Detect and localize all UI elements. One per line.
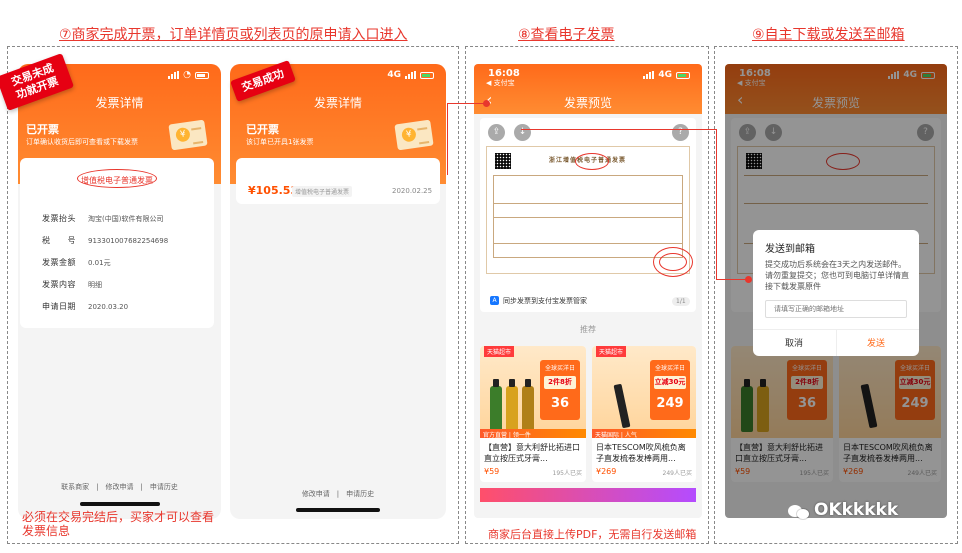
detail-row-tax-id: 税 号 913301007682254698 (42, 236, 169, 245)
network-label: 4G (658, 70, 672, 80)
product-name: 日本TESCOM吹风梳负离子直发梳卷发棒两用... (596, 443, 686, 463)
footer-links[interactable]: 修改申请 | 申请历史 (230, 489, 446, 499)
issued-title: 已开票 (246, 123, 279, 136)
battery-icon (195, 71, 209, 79)
qr-code (495, 153, 511, 169)
send-email-dialog: 发送到邮箱 提交成功后系统会在3天之内发送邮件。请勿重复提交；您也可到电脑订单详… (753, 230, 919, 356)
help-icon[interactable]: ? (672, 124, 689, 141)
invoice-date: 2020.02.25 (392, 187, 433, 195)
connector-line (716, 129, 717, 280)
invoice-type-tag: 增值税电子普通发票 (292, 186, 353, 197)
cancel-button[interactable]: 取消 (785, 336, 803, 349)
phone-invoice-detail-success: 4G 发票详情 已开票 该订单已开具1张发票 ¥105.53 增值税电子普通发票… (230, 64, 446, 519)
note-must-complete: 必须在交易完结后，买家才可以查看发票信息 (22, 510, 215, 538)
phone-invoice-detail-pending: ◔ 发票详情 已开票 订单确认收货后即可查看或下载发票 增值税电子普通发票 发票… (18, 64, 221, 519)
page-title: 发票预览 (563, 96, 612, 110)
sync-to-alipay-link[interactable]: 同步发票到支付宝发票管家 (503, 296, 587, 306)
dialog-title: 发送到邮箱 (765, 244, 815, 255)
issued-title: 已开票 (26, 123, 59, 136)
detail-row-date: 申请日期 2020.03.20 (42, 302, 129, 311)
section-title-7: ⑦商家完成开票，订单详情页或列表页的原申请入口进入 (59, 27, 408, 43)
recommend-label: 推荐 (580, 325, 596, 334)
product-price: ¥59 (484, 467, 500, 476)
stamp-highlight (653, 247, 693, 277)
home-indicator (296, 508, 380, 512)
product-badge: 天猫超市 (596, 346, 627, 357)
phone-send-email: 16:08 4G ◀ 支付宝 ‹ 发票预览 ⇪ ↓ ? 全球买洋日 2件8折 36 … (725, 64, 947, 518)
product-sold-count: 195人已买 (552, 470, 582, 477)
watermark-text: OKkkkkk (814, 500, 899, 520)
home-indicator (80, 502, 160, 506)
invoice-detail-card: 增值税电子普通发票 发票抬头 淘宝(中国)软件有限公司 税 号 9133010076… (20, 158, 214, 328)
page-title: 发票详情 (313, 96, 362, 110)
highlight-ellipse (77, 169, 157, 188)
invoice-ticket-icon (394, 119, 434, 151)
signal-icon (643, 71, 655, 79)
download-icon[interactable]: ↓ (514, 124, 531, 141)
connector-dot (745, 276, 752, 283)
dialog-button-divider (836, 329, 837, 356)
invoice-ticket-icon (168, 119, 208, 151)
product-card[interactable]: 天猫超市 全球买洋日 2件8折 36 官方直营 | 领一件 【直营】意大利舒比拓进口… (480, 346, 586, 482)
connector-dot (483, 100, 490, 107)
product-image: 天猫超市 全球买洋日 立减30元 249 天猫国际 | 人气 (592, 346, 696, 439)
dialog-message: 提交成功后系统会在3天之内发送邮件。请勿重复提交；您也可到电脑订单详情直接下载发… (765, 260, 909, 291)
signal-icon (405, 71, 416, 79)
signal-icon (168, 71, 180, 79)
detail-row-amount: 发票金额 0.01元 (42, 258, 111, 267)
battery-icon (676, 71, 690, 79)
network-label: 4G (387, 70, 401, 80)
highlight-ellipse (575, 153, 609, 170)
invoice-list-card[interactable]: ¥105.53 增值税电子普通发票 2020.02.25 (236, 158, 440, 204)
wechat-icon (788, 503, 810, 521)
phone-invoice-preview: 16:08 4G ◀ 支付宝 ‹ 发票预览 ⇪ ↓ ? 浙江增值税电子普通发票 … (474, 64, 702, 518)
connector-line (716, 279, 748, 280)
battery-icon (420, 71, 434, 79)
share-icon[interactable]: ⇪ (488, 124, 505, 141)
invoice-amount: ¥105.53 (248, 184, 299, 197)
issued-subtitle: 订单确认收货后即可查看或下载发票 (26, 138, 138, 146)
product-sold-count: 249人已买 (662, 470, 692, 477)
issued-subtitle: 该订单已开具1张发票 (246, 138, 314, 146)
product-image: 天猫超市 全球买洋日 2件8折 36 官方直营 | 领一件 (480, 346, 586, 439)
connector-line (447, 103, 487, 104)
product-card[interactable]: 天猫超市 全球买洋日 立减30元 249 天猫国际 | 人气 日本TESCOM吹风梳… (592, 346, 696, 482)
product-badge: 天猫超市 (484, 346, 515, 357)
footer-links[interactable]: 联系商家 | 修改申请 | 申请历史 (18, 482, 221, 492)
invoice-preview-panel: ⇪ ↓ ? 浙江增值税电子普通发票 A 同步发票到支付宝发票管家 1/1 (480, 118, 696, 312)
page-title: 发票详情 (95, 96, 144, 110)
detail-row-title: 发票抬头 淘宝(中国)软件有限公司 (42, 214, 164, 223)
product-name: 【直营】意大利舒比拓进口直立按压式牙膏... (484, 443, 580, 463)
carrier-back-link[interactable]: ◀ 支付宝 (486, 78, 515, 88)
price-tag: 全球买洋日 立减30元 249 (650, 360, 690, 420)
invoice-image[interactable]: 浙江增值税电子普通发票 (486, 146, 693, 277)
connector-line (447, 103, 448, 175)
wifi-icon: ◔ (183, 70, 191, 80)
page-indicator: 1/1 (672, 297, 690, 306)
alipay-icon: A (490, 296, 499, 305)
send-button[interactable]: 发送 (867, 336, 885, 349)
section-title-9: ⑨自主下载或发送至邮箱 (752, 27, 905, 43)
next-row-banner (480, 488, 696, 502)
product-price: ¥269 (596, 467, 617, 476)
detail-row-content: 发票内容 明细 (42, 280, 102, 289)
connector-line (521, 129, 717, 130)
section-title-8: ⑧查看电子发票 (518, 27, 615, 43)
email-input[interactable] (765, 300, 907, 318)
note-upload-pdf: 商家后台直接上传PDF，无需自行发送邮箱 (488, 528, 697, 541)
price-tag: 全球买洋日 2件8折 36 (540, 360, 580, 420)
